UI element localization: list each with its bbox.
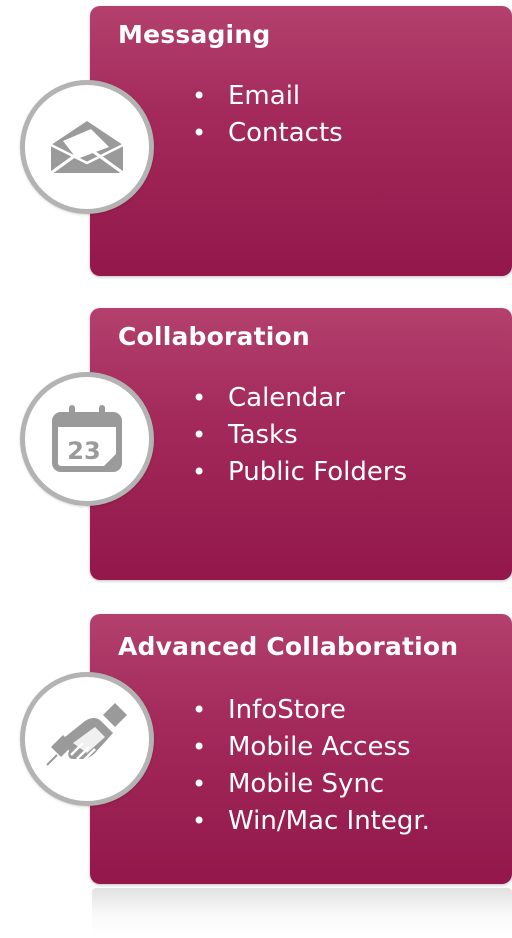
- list-item: Email: [190, 78, 343, 115]
- calendar-day: 23: [67, 437, 100, 465]
- calendar-icon-circle: 23: [20, 372, 154, 506]
- calendar-icon: 23: [52, 405, 122, 472]
- list-item: Calendar: [190, 380, 407, 417]
- handshake-icon: [46, 703, 127, 766]
- list-item: Mobile Sync: [190, 766, 430, 803]
- messaging-title: Messaging: [118, 20, 271, 49]
- list-item: Contacts: [190, 115, 343, 152]
- collaboration-title: Collaboration: [118, 322, 310, 351]
- messaging-list: Email Contacts: [190, 78, 343, 152]
- advanced-collaboration-title: Advanced Collaboration: [118, 632, 459, 661]
- advanced-collaboration-card: Advanced Collaboration InfoStore Mobile …: [90, 614, 512, 884]
- advanced-collaboration-list: InfoStore Mobile Access Mobile Sync Win/…: [190, 692, 430, 840]
- diagram: Messaging Email Contacts Collaboration C…: [0, 0, 512, 938]
- collaboration-list: Calendar Tasks Public Folders: [190, 380, 407, 491]
- handshake-icon-circle: [20, 672, 154, 806]
- list-item: Tasks: [190, 417, 407, 454]
- envelope-icon: [50, 121, 124, 175]
- list-item: InfoStore: [190, 692, 430, 729]
- list-item: Mobile Access: [190, 729, 430, 766]
- card-reflection: [92, 888, 512, 938]
- list-item: Win/Mac Integr.: [190, 803, 430, 840]
- list-item: Public Folders: [190, 454, 407, 491]
- envelope-icon-circle: [20, 80, 154, 214]
